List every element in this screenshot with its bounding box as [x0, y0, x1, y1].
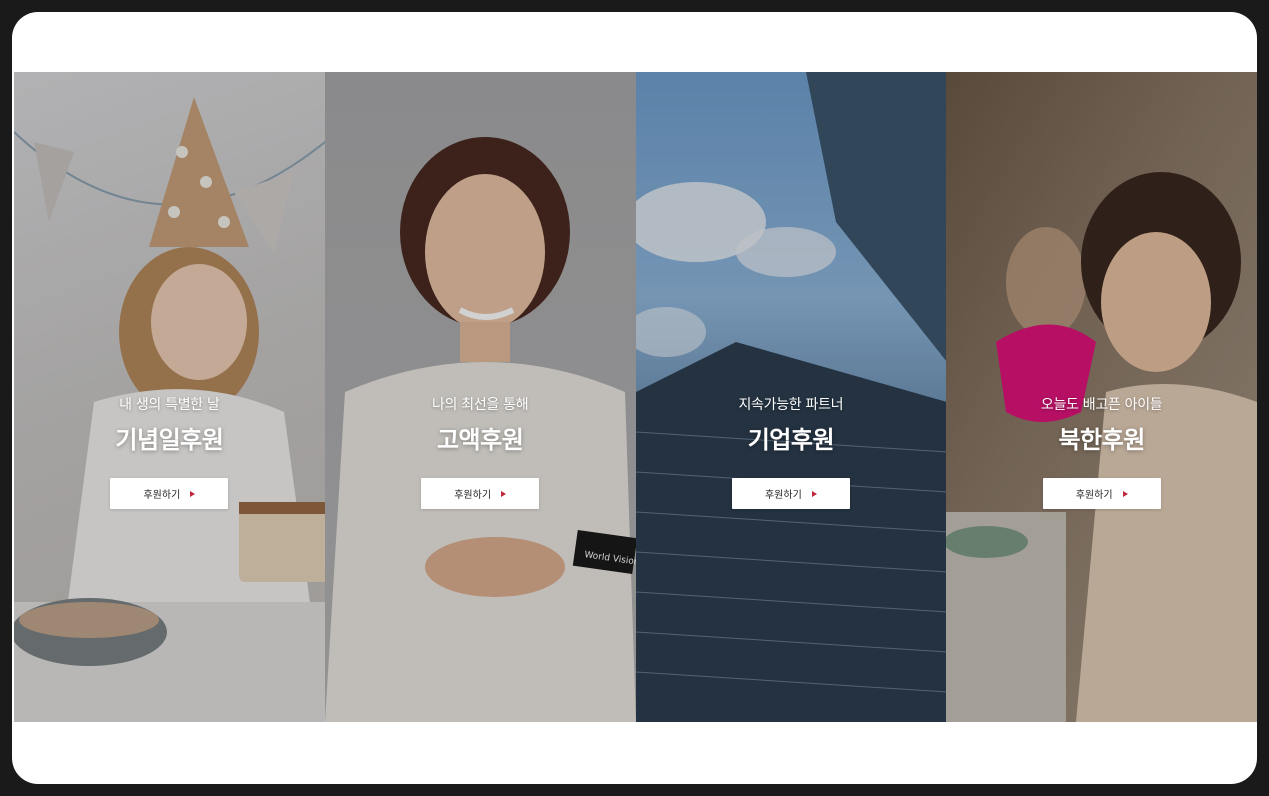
panel-title: 기업후원	[747, 426, 835, 454]
play-arrow-icon	[190, 490, 196, 497]
sponsor-button-label: 후원하기	[454, 490, 492, 501]
panel-subtitle: 지속가능한 파트너	[738, 397, 844, 413]
panel-major-gift[interactable]: World Vision 나의 최선을 통해 고액후원 후원하기	[324, 72, 636, 722]
play-arrow-icon	[811, 490, 817, 497]
sponsor-button-label: 후원하기	[143, 490, 181, 501]
panel-corporate[interactable]: 지속가능한 파트너 기업후원 후원하기	[635, 72, 947, 722]
panel-subtitle: 나의 최선을 통해	[431, 397, 529, 413]
sponsor-button-anniversary[interactable]: 후원하기	[110, 478, 229, 509]
play-arrow-icon	[501, 490, 507, 497]
panel-title: 고액후원	[436, 426, 524, 454]
panel-caption: 나의 최선을 통해 고액후원	[325, 394, 636, 455]
donation-panels: 내 생의 특별한 날 기념일후원 후원하기 World Vision 나의 최선…	[14, 72, 1257, 722]
panel-title: 기념일후원	[115, 426, 224, 454]
page-frame: 내 생의 특별한 날 기념일후원 후원하기 World Vision 나의 최선…	[12, 12, 1257, 784]
sponsor-button-north-korea[interactable]: 후원하기	[1042, 478, 1161, 509]
panel-title: 북한후원	[1058, 426, 1145, 454]
panel-north-korea[interactable]: 오늘도 배고픈 아이들 북한후원 후원하기	[946, 72, 1257, 722]
sponsor-button-corporate[interactable]: 후원하기	[731, 478, 850, 509]
panel-subtitle: 내 생의 특별한 날	[119, 397, 220, 413]
sponsor-button-major-gift[interactable]: 후원하기	[421, 478, 540, 509]
play-arrow-icon	[1122, 490, 1128, 497]
panel-caption: 내 생의 특별한 날 기념일후원	[14, 394, 325, 455]
sponsor-button-label: 후원하기	[1075, 490, 1113, 501]
panel-subtitle: 오늘도 배고픈 아이들	[1040, 397, 1163, 413]
panel-caption: 지속가능한 파트너 기업후원	[636, 394, 947, 455]
panel-anniversary[interactable]: 내 생의 특별한 날 기념일후원 후원하기	[14, 72, 325, 722]
panel-caption: 오늘도 배고픈 아이들 북한후원	[946, 394, 1257, 455]
sponsor-button-label: 후원하기	[764, 490, 802, 501]
